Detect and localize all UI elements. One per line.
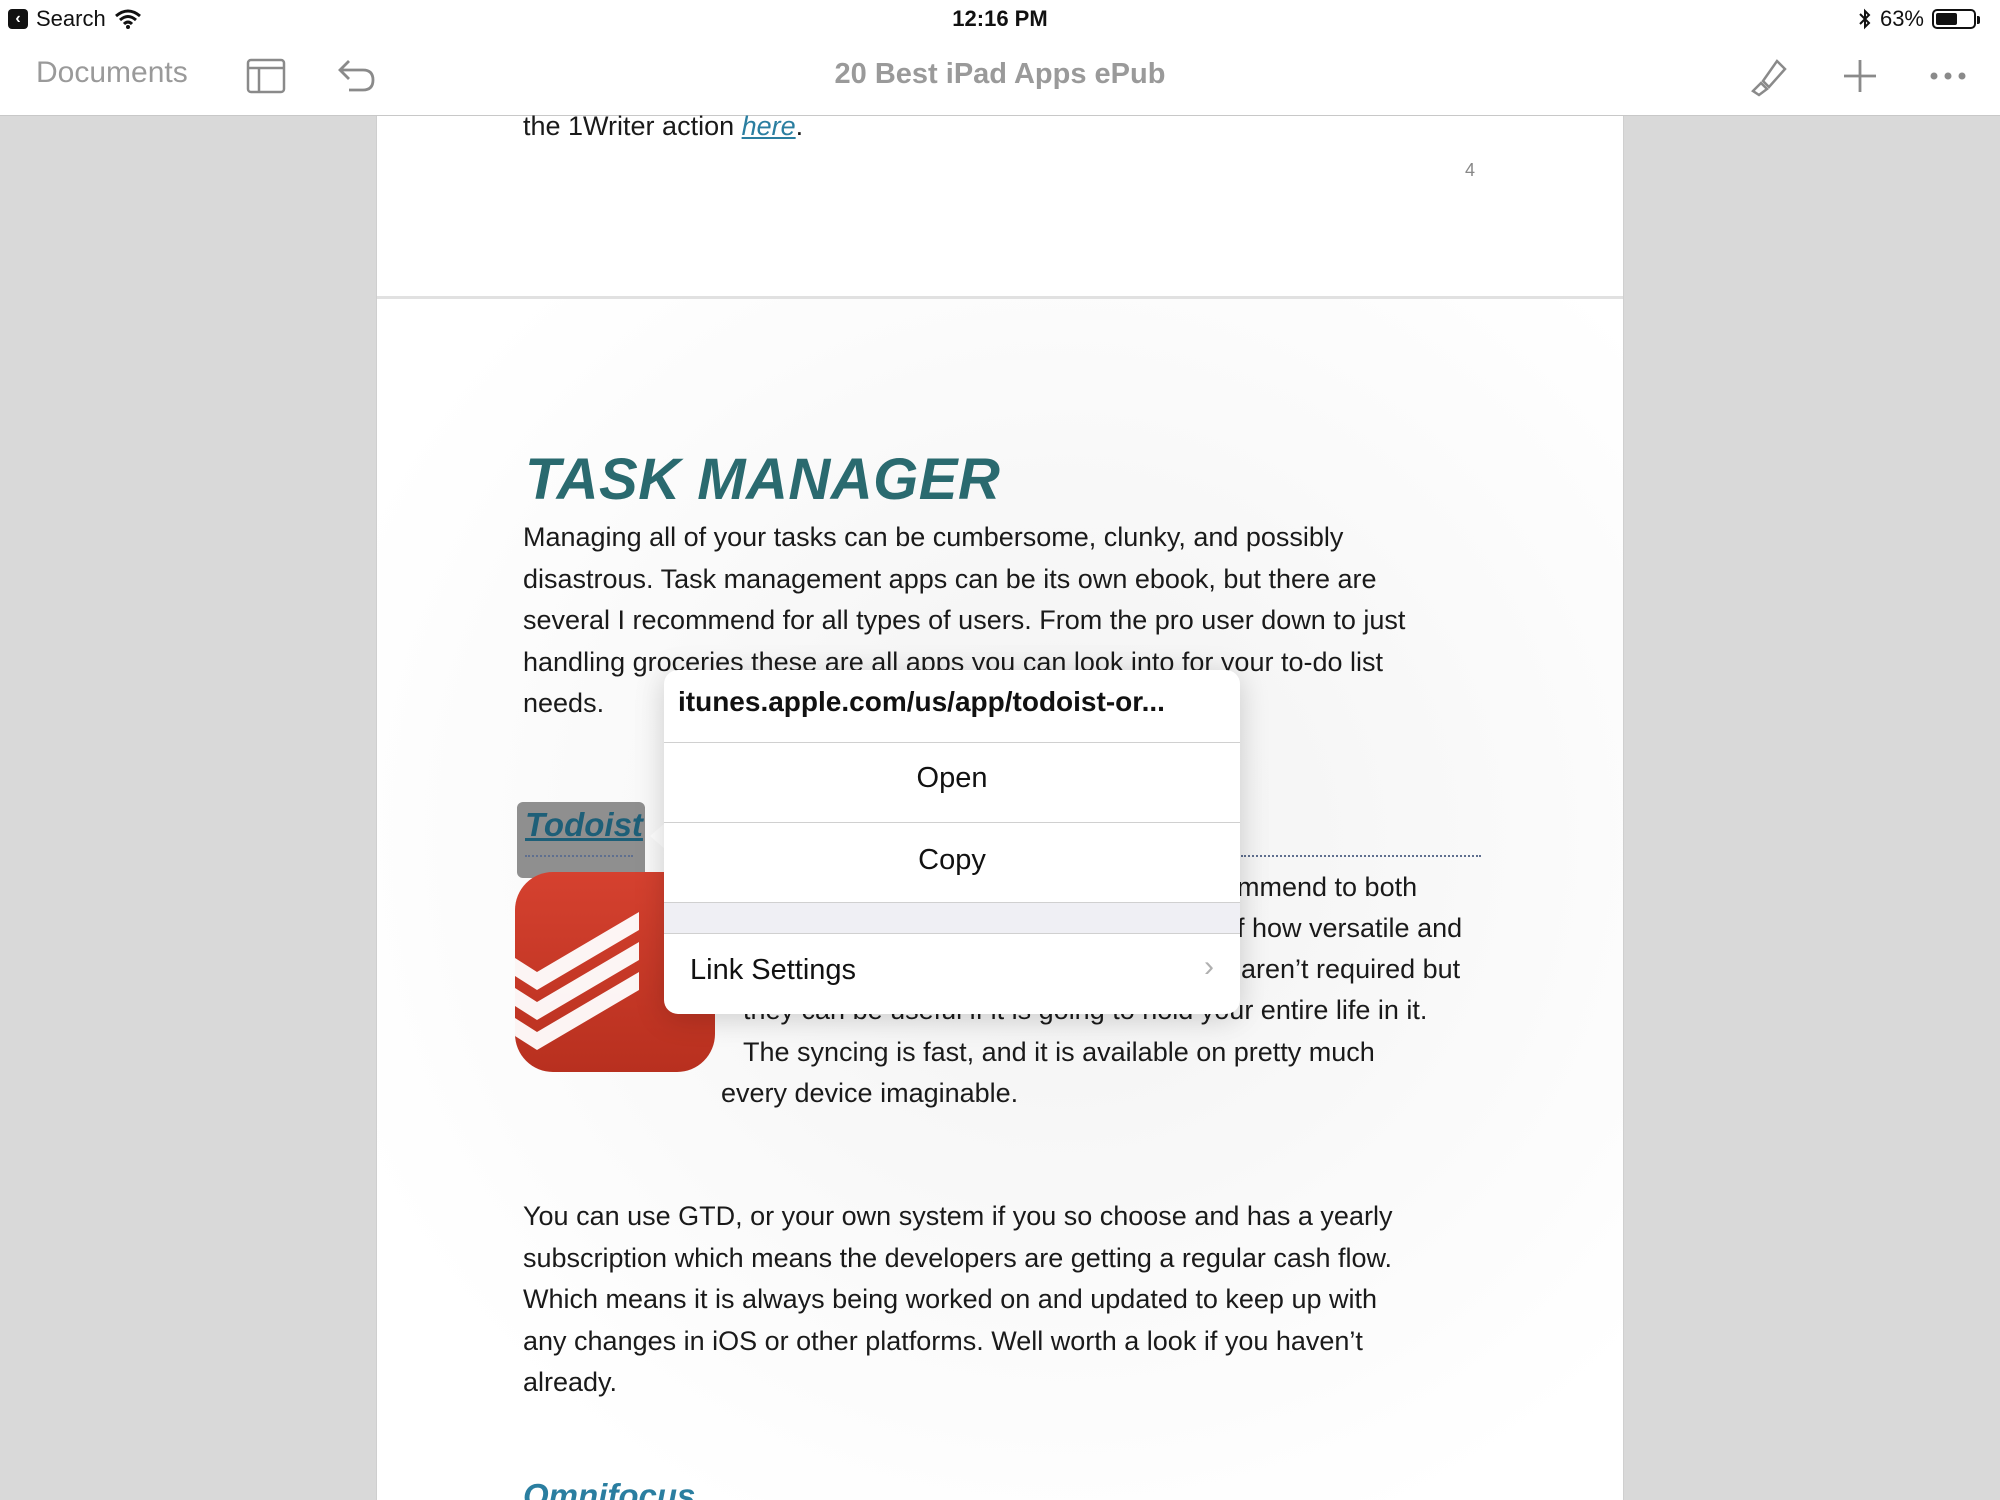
plus-icon <box>1844 60 1876 92</box>
add-button[interactable] <box>1834 50 1886 102</box>
second-paragraph: You can use GTD, or your own system if y… <box>523 1201 1393 1397</box>
section-heading: TASK MANAGER <box>525 447 1001 512</box>
document-title: 20 Best iPad Apps ePub <box>834 58 1166 90</box>
battery-fill <box>1936 13 1958 25</box>
copy-button[interactable]: Copy <box>664 844 1240 877</box>
todoist-text-line-2: f how versatile and <box>1237 913 1463 943</box>
status-time: 12:16 PM <box>952 6 1048 31</box>
more-button[interactable] <box>1922 50 1974 102</box>
status-bar: ‹ Search 12:16 PM 63% <box>0 0 2000 36</box>
battery-percent: 63% <box>1879 6 1924 31</box>
next-section-title[interactable]: Omnifocus <box>523 1476 823 1500</box>
open-button[interactable]: Open <box>664 762 1240 795</box>
previous-page-tail: the 1Writer action here. <box>523 111 804 141</box>
brush-icon <box>1751 59 1787 97</box>
bluetooth-icon <box>1859 8 1871 30</box>
link-settings-button[interactable]: Link Settings <box>690 954 856 987</box>
popover-url: itunes.apple.com/us/app/todoist-or... <box>678 686 1165 717</box>
todoist-text-line-6: every device imaginable. <box>721 1078 1019 1108</box>
todoist-text-line-3: aren’t required but <box>1241 954 1461 984</box>
todoist-link[interactable]: Todoist <box>525 806 643 844</box>
more-icon <box>1930 72 1966 80</box>
section-rule-right <box>1241 855 1481 857</box>
markup-button[interactable] <box>1742 50 1794 102</box>
battery-icon <box>1932 9 1980 29</box>
popover-divider <box>664 822 1240 823</box>
toolbar: Documents 20 Best iPad Apps ePub <box>0 36 2000 116</box>
popover-group-gap <box>664 902 1240 934</box>
section-rule-left <box>525 855 633 857</box>
todoist-text-line-5: The syncing is fast, and it is available… <box>743 1037 1375 1067</box>
next-section-clip: Omnifocus <box>523 1476 823 1500</box>
link-popover: itunes.apple.com/us/app/todoist-or... Op… <box>664 670 1240 1014</box>
here-link[interactable]: here <box>742 111 796 141</box>
page-number: 4 <box>1465 160 1476 180</box>
popover-divider <box>664 742 1240 743</box>
chevron-right-icon: › <box>1204 950 1214 983</box>
todoist-text-line-1: mmend to both <box>1237 872 1418 902</box>
page-break <box>377 296 1623 299</box>
